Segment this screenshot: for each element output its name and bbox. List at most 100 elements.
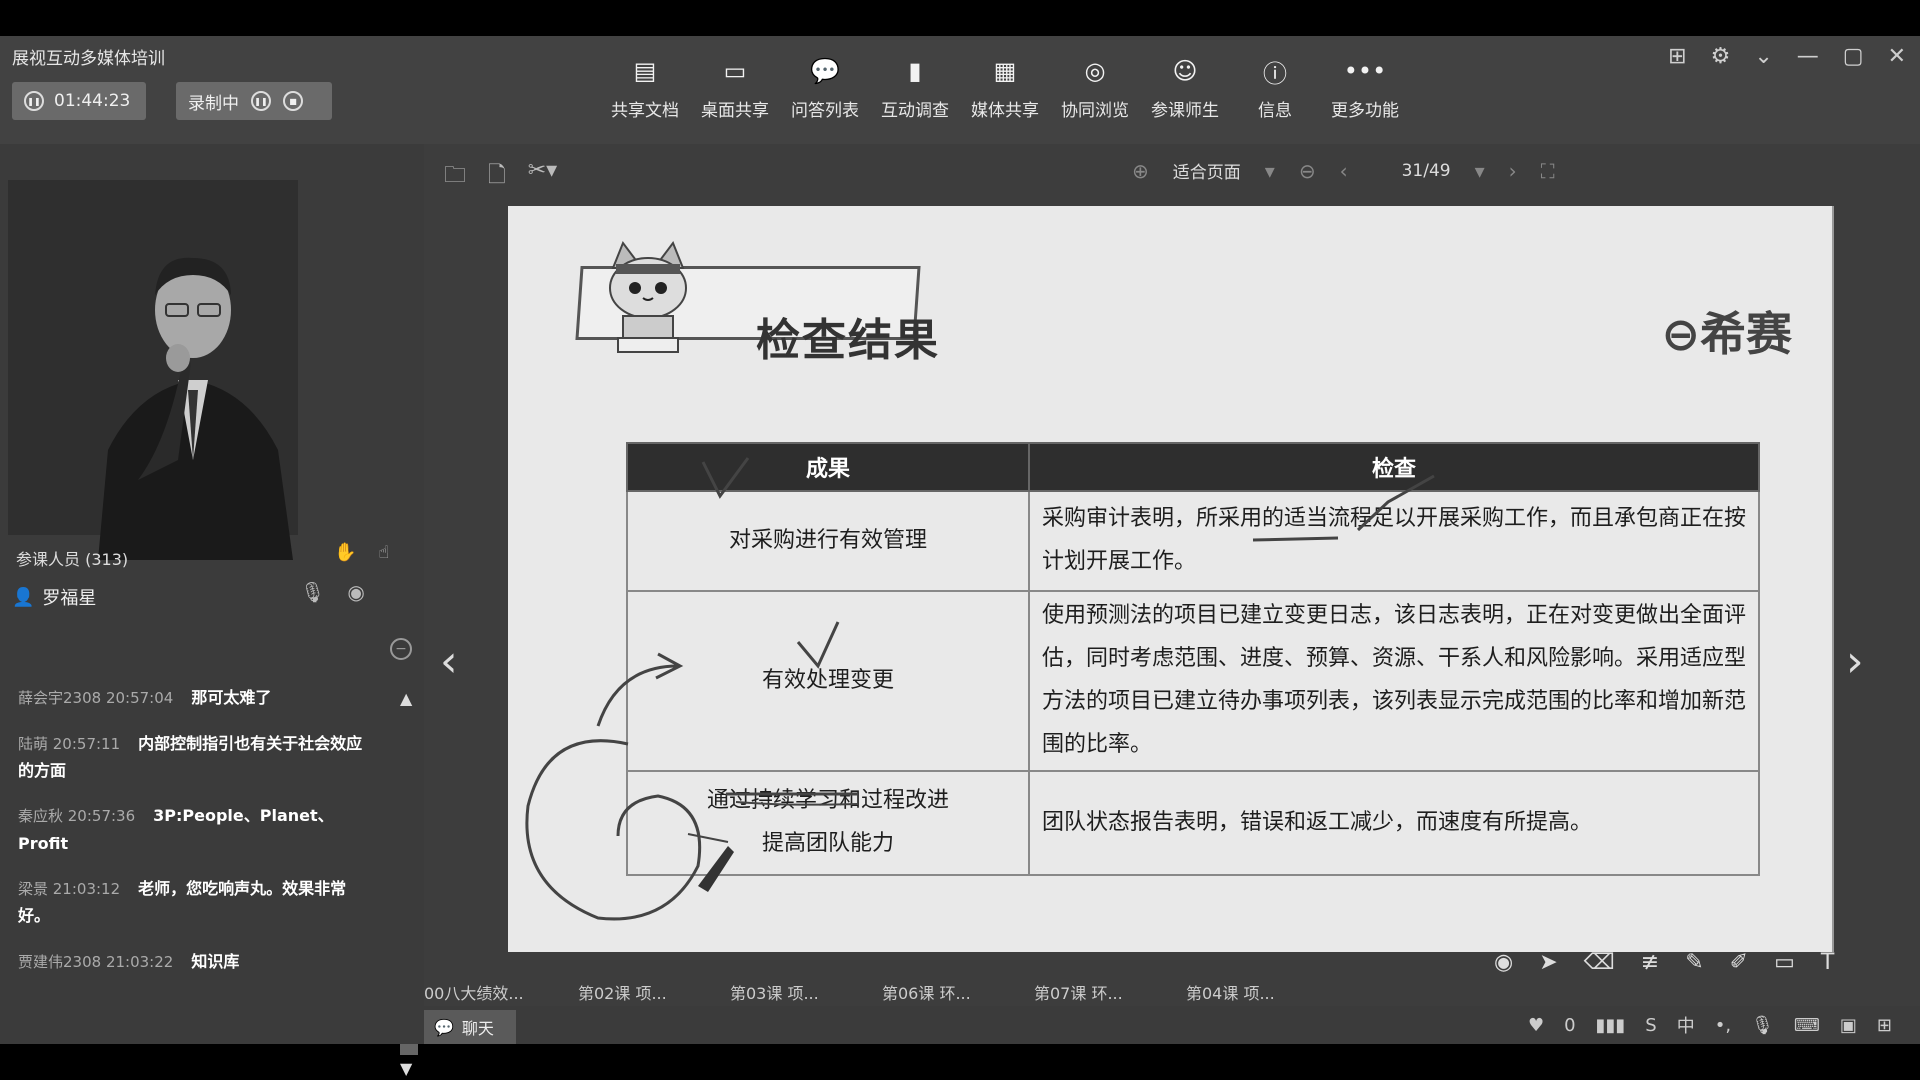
ime-logo-icon[interactable]: S	[1645, 1015, 1656, 1036]
pen-icon[interactable]: ✎	[1685, 950, 1703, 975]
brand-mark-icon: ⊖	[1661, 307, 1700, 361]
timer-value: 01:44:23	[54, 91, 131, 111]
ime-chinese-icon[interactable]: 中	[1677, 1012, 1695, 1038]
zoom-dropdown-icon[interactable]: ▾	[1265, 159, 1275, 183]
app-title: 展视互动多媒体培训	[12, 49, 165, 69]
tool-survey[interactable]: ▮ 互动调查	[870, 54, 960, 121]
left-panel: 参课人员 (313) ✋ ☝ 👤 罗福星 🎙 ◉ − 薛会宇2308 20:57…	[0, 144, 424, 1078]
result-cell: 通过持续学习和过程改进提高团队能力	[626, 770, 1030, 876]
scissors-icon[interactable]: ✂▾	[528, 158, 557, 196]
ime-grid-icon[interactable]: ⊞	[1877, 1015, 1892, 1036]
qa-icon: 💬	[810, 57, 840, 85]
chat-button[interactable]: 💬 聊天	[424, 1010, 516, 1044]
close-icon[interactable]: ✕	[1888, 44, 1906, 69]
next-page-icon[interactable]: ›	[1509, 159, 1517, 183]
info-icon: ⓘ	[1263, 59, 1287, 88]
file-icon[interactable]: 🗋	[488, 158, 506, 196]
chat-scrollbar[interactable]: ▲ ▼	[400, 689, 418, 1078]
doc-tab[interactable]: 第07课 环...	[1034, 980, 1123, 1004]
recording-label: 录制中	[188, 93, 239, 114]
participant-row[interactable]: 👤 罗福星	[12, 584, 96, 610]
tool-desktop-share[interactable]: ▭ 桌面共享	[690, 54, 780, 121]
chat-message: 梁景 21:03:12 老师，您吃响声丸。效果非常好。	[18, 875, 378, 930]
prev-slide-arrow[interactable]: ‹	[440, 636, 458, 687]
zoom-in-icon[interactable]: ⊕	[1132, 159, 1149, 183]
compass-icon: ◎	[1084, 57, 1106, 85]
tool-co-browse[interactable]: ◎ 协同浏览	[1050, 54, 1140, 121]
stop-record-icon[interactable]: ■	[283, 91, 303, 111]
chevron-down-icon[interactable]: ⌄	[1754, 44, 1772, 69]
doc-tab[interactable]: 第04课 项...	[1186, 980, 1275, 1004]
tool-share-doc[interactable]: ▤ 共享文档	[600, 54, 690, 121]
chat-button-label: 聊天	[461, 1019, 494, 1038]
participants-tools: ✋ ☝	[334, 542, 389, 563]
table-header-result: 成果	[626, 442, 1030, 492]
chat-text: 知识库	[191, 951, 240, 971]
maximize-icon[interactable]: ▢	[1843, 44, 1864, 69]
folder-icon[interactable]: 🗀	[444, 158, 466, 196]
tool-label: 互动调查	[881, 101, 949, 121]
pause-record-icon[interactable]: ❚❚	[251, 91, 271, 111]
eraser-icon[interactable]: ⌫	[1584, 950, 1615, 975]
hand-icon[interactable]: ☝	[378, 542, 389, 563]
check-cell: 使用预测法的项目已建立变更日志，该日志表明，正在对变更做出全面评估，同时考虑范围…	[1028, 590, 1760, 772]
table-header-check: 检查	[1028, 442, 1760, 492]
tool-label: 媒体共享	[971, 101, 1039, 121]
prev-page-icon[interactable]: ‹	[1340, 159, 1348, 183]
laser-icon[interactable]: ◉	[1494, 950, 1513, 975]
scroll-down-icon[interactable]: ▼	[400, 1059, 412, 1078]
scroll-up-icon[interactable]: ▲	[400, 689, 418, 708]
ime-mic-icon[interactable]: 🎙	[1751, 1015, 1774, 1036]
tool-participants[interactable]: ☺ 参课师生	[1140, 54, 1230, 121]
screen: 展视互动多媒体培训 ❚❚ 01:44:23 录制中 ❚❚ ■ ▤ 共享文档 ▭ 桌面…	[0, 0, 1920, 1080]
chart-icon: ▮	[908, 57, 922, 85]
ime-skin-icon[interactable]: ▣	[1840, 1015, 1857, 1036]
ime-punct-icon[interactable]: •,	[1715, 1015, 1731, 1036]
recording-control[interactable]: 录制中 ❚❚ ■	[176, 82, 332, 120]
chat-sender: 贾建伟2308 21:03:22	[18, 952, 174, 971]
doc-tab[interactable]: 第06课 环...	[882, 980, 971, 1004]
table-row: 有效处理变更 使用预测法的项目已建立变更日志，该日志表明，正在对变更做出全面评估…	[626, 590, 1760, 772]
text-tool-icon[interactable]: T	[1821, 950, 1834, 975]
mute-all-icon[interactable]: ✋	[334, 542, 356, 563]
document-icon: ▤	[633, 57, 657, 85]
tool-more[interactable]: ••• 更多功能	[1320, 54, 1410, 121]
tool-info[interactable]: ⓘ 信息	[1230, 54, 1320, 122]
page-dropdown-icon[interactable]: ▾	[1475, 159, 1485, 183]
rectangle-icon[interactable]: ▭	[1774, 950, 1795, 975]
clear-icon[interactable]: ≢	[1641, 950, 1659, 975]
teacher-avatar	[98, 257, 293, 560]
check-cell: 采购审计表明，所采用的适当流程足以开展采购工作，而且承包商正在按计划开展工作。	[1028, 490, 1760, 592]
doc-tab[interactable]: 第02课 项...	[578, 980, 667, 1004]
chat-message: 陆萌 20:57:11 内部控制指引也有关于社会效应的方面	[18, 730, 378, 785]
camera-icon[interactable]: ◉	[347, 580, 364, 604]
zoom-out-icon[interactable]: ⊖	[1299, 159, 1316, 183]
tool-label: 共享文档	[611, 101, 679, 121]
heart-icon[interactable]: ♥	[1528, 1015, 1544, 1036]
pointer-icon[interactable]: ➤	[1539, 950, 1557, 975]
tool-media-share[interactable]: ▦ 媒体共享	[960, 54, 1050, 121]
minimize-icon[interactable]: —	[1797, 44, 1819, 69]
gear-icon[interactable]: ⚙	[1711, 44, 1731, 69]
doc-tab[interactable]: 00八大绩效...	[424, 980, 524, 1004]
chat-sender: 陆萌 20:57:11	[18, 734, 121, 753]
chat-text: 那可太难了	[191, 688, 272, 707]
result-cell: 对采购进行有效管理	[626, 490, 1030, 592]
people-icon: ☺	[1172, 57, 1198, 85]
screenshot-icon[interactable]: ⊞	[1668, 44, 1686, 69]
collapse-button[interactable]: −	[390, 638, 412, 660]
highlighter-icon[interactable]: ✐	[1730, 950, 1748, 975]
next-slide-arrow[interactable]: ›	[1846, 636, 1864, 687]
doc-tab[interactable]: 第03课 项...	[730, 980, 819, 1004]
cat-mascot-icon	[609, 240, 687, 353]
mic-icon[interactable]: 🎙	[300, 580, 325, 604]
page-indicator[interactable]: 31/49	[1402, 161, 1451, 181]
app-window: 展视互动多媒体培训 ❚❚ 01:44:23 录制中 ❚❚ ■ ▤ 共享文档 ▭ 桌面…	[0, 36, 1920, 1078]
drawing-toolbar: ◉ ➤ ⌫ ≢ ✎ ✐ ▭ T	[1494, 950, 1834, 975]
tool-qa-list[interactable]: 💬 问答列表	[780, 54, 870, 121]
keyboard-icon[interactable]: ⌨	[1794, 1015, 1820, 1036]
pause-icon[interactable]: ❚❚	[24, 91, 44, 111]
fullscreen-icon[interactable]: ⛶	[1541, 159, 1555, 183]
chat-message: 秦应秋 20:57:36 3P:People、Planet、Profit	[18, 802, 378, 857]
zoom-select[interactable]: 适合页面	[1173, 158, 1241, 183]
